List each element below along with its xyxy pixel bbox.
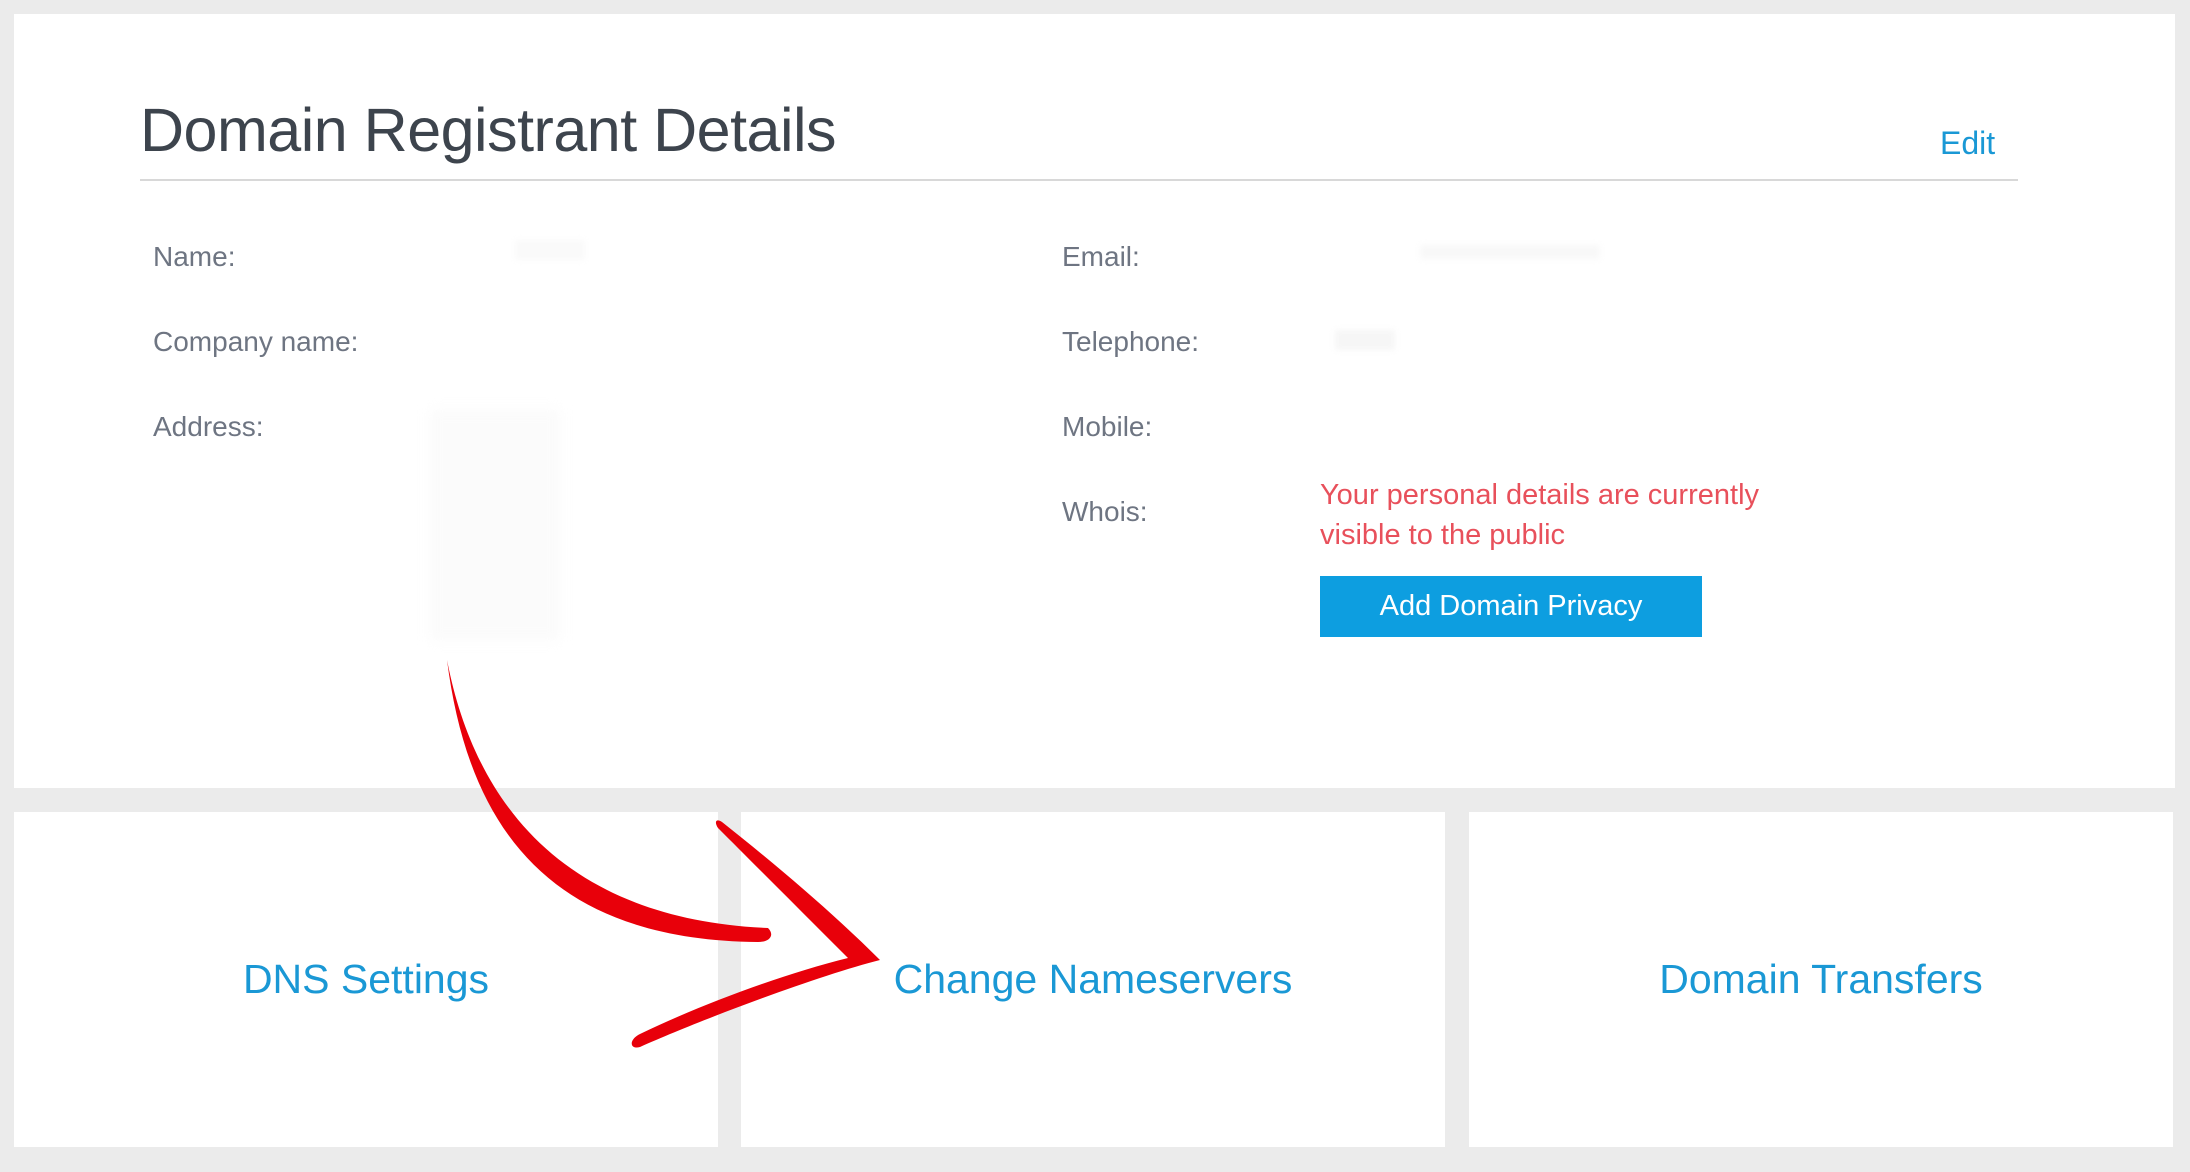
change-nameservers-tile[interactable]: Change Nameservers bbox=[741, 812, 1445, 1147]
dns-settings-tile[interactable]: DNS Settings bbox=[14, 812, 718, 1147]
company-name-label: Company name: bbox=[153, 326, 359, 357]
whois-label: Whois: bbox=[1062, 496, 1148, 527]
whois-status-message: Your personal details are currently visi… bbox=[1320, 479, 1760, 551]
email-label: Email: bbox=[1062, 241, 1140, 272]
address-label: Address: bbox=[153, 411, 264, 442]
domain-transfers-link[interactable]: Domain Transfers bbox=[1659, 956, 1983, 1003]
name-label: Name: bbox=[153, 241, 236, 272]
page-title: Domain Registrant Details bbox=[140, 96, 837, 164]
telephone-label: Telephone: bbox=[1062, 326, 1200, 357]
domain-transfers-tile[interactable]: Domain Transfers bbox=[1469, 812, 2173, 1147]
mobile-label: Mobile: bbox=[1062, 411, 1153, 442]
dns-settings-link[interactable]: DNS Settings bbox=[243, 956, 489, 1003]
edit-link[interactable]: Edit bbox=[1940, 125, 1995, 162]
change-nameservers-link[interactable]: Change Nameservers bbox=[894, 956, 1293, 1003]
title-divider bbox=[140, 179, 2018, 181]
add-domain-privacy-button[interactable]: Add Domain Privacy bbox=[1320, 576, 1702, 637]
